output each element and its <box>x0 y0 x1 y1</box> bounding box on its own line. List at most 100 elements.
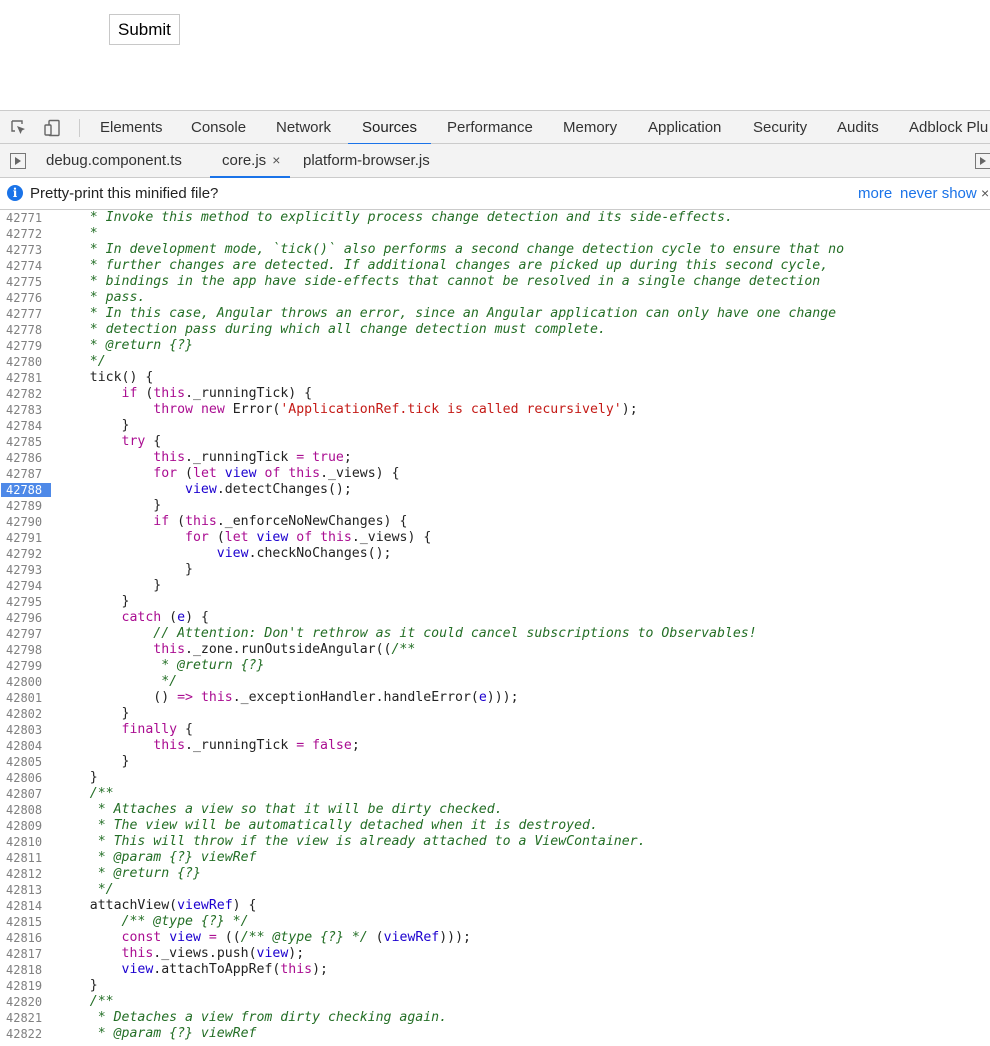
code-line[interactable]: 42818 view.attachToAppRef(this); <box>0 962 990 978</box>
code-line[interactable]: 42810 * This will throw if the view is a… <box>0 834 990 850</box>
line-number[interactable]: 42777 <box>0 306 56 322</box>
line-number[interactable]: 42787 <box>0 466 56 482</box>
code-line[interactable]: 42800 */ <box>0 674 990 690</box>
tab-adblock-plu[interactable]: Adblock Plu <box>909 111 988 144</box>
tab-elements[interactable]: Elements <box>100 111 163 144</box>
code-line[interactable]: 42790 if (this._enforceNoNewChanges) { <box>0 514 990 530</box>
code-line[interactable]: 42791 for (let view of this._views) { <box>0 530 990 546</box>
line-number[interactable]: 42786 <box>0 450 56 466</box>
line-number[interactable]: 42774 <box>0 258 56 274</box>
tab-console[interactable]: Console <box>191 111 246 144</box>
code-line[interactable]: 42796 catch (e) { <box>0 610 990 626</box>
code-line[interactable]: 42783 throw new Error('ApplicationRef.ti… <box>0 402 990 418</box>
code-line[interactable]: 42815 /** @type {?} */ <box>0 914 990 930</box>
infobar-close-icon[interactable]: × <box>981 178 989 209</box>
line-number[interactable]: 42819 <box>0 978 56 994</box>
code-line[interactable]: 42771 * Invoke this method to explicitly… <box>0 210 990 226</box>
code-line[interactable]: 42806 } <box>0 770 990 786</box>
line-number[interactable]: 42818 <box>0 962 56 978</box>
line-number[interactable]: 42798 <box>0 642 56 658</box>
tab-audits[interactable]: Audits <box>837 111 879 144</box>
line-number[interactable]: 42809 <box>0 818 56 834</box>
line-number[interactable]: 42775 <box>0 274 56 290</box>
toggle-debugger-icon[interactable] <box>975 153 990 169</box>
code-line[interactable]: 42775 * bindings in the app have side-ef… <box>0 274 990 290</box>
code-line[interactable]: 42812 * @return {?} <box>0 866 990 882</box>
line-number[interactable]: 42795 <box>0 594 56 610</box>
infobar-more-link[interactable]: more <box>858 178 892 209</box>
code-line[interactable]: 42809 * The view will be automatically d… <box>0 818 990 834</box>
line-number[interactable]: 42783 <box>0 402 56 418</box>
code-line[interactable]: 42773 * In development mode, `tick()` al… <box>0 242 990 258</box>
line-number[interactable]: 42790 <box>0 514 56 530</box>
code-line[interactable]: 42785 try { <box>0 434 990 450</box>
close-tab-icon[interactable]: × <box>272 152 280 168</box>
code-line[interactable]: 42811 * @param {?} viewRef <box>0 850 990 866</box>
code-line[interactable]: 42814 attachView(viewRef) { <box>0 898 990 914</box>
code-line[interactable]: 42774 * further changes are detected. If… <box>0 258 990 274</box>
line-number[interactable]: 42803 <box>0 722 56 738</box>
line-number[interactable]: 42814 <box>0 898 56 914</box>
line-number[interactable]: 42812 <box>0 866 56 882</box>
code-line[interactable]: 42813 */ <box>0 882 990 898</box>
line-number[interactable]: 42781 <box>0 370 56 386</box>
code-line[interactable]: 42792 view.checkNoChanges(); <box>0 546 990 562</box>
code-line[interactable]: 42798 this._zone.runOutsideAngular((/** <box>0 642 990 658</box>
line-number[interactable]: 42780 <box>0 354 56 370</box>
code-line[interactable]: 42820 /** <box>0 994 990 1010</box>
code-line[interactable]: 42782 if (this._runningTick) { <box>0 386 990 402</box>
code-line[interactable]: 42789 } <box>0 498 990 514</box>
line-number[interactable]: 42776 <box>0 290 56 306</box>
device-toolbar-icon[interactable] <box>44 119 62 137</box>
line-number[interactable]: 42808 <box>0 802 56 818</box>
inspect-element-icon[interactable] <box>10 119 28 137</box>
tab-performance[interactable]: Performance <box>447 111 533 144</box>
file-tab[interactable]: core.js × <box>209 144 291 178</box>
code-line[interactable]: 42793 } <box>0 562 990 578</box>
code-line[interactable]: 42780 */ <box>0 354 990 370</box>
line-number[interactable]: 42792 <box>0 546 56 562</box>
infobar-never-show-link[interactable]: never show <box>900 178 977 209</box>
line-number[interactable]: 42782 <box>0 386 56 402</box>
line-number[interactable]: 42797 <box>0 626 56 642</box>
code-editor[interactable]: 42771 * Invoke this method to explicitly… <box>0 210 990 1046</box>
code-line[interactable]: 42817 this._views.push(view); <box>0 946 990 962</box>
line-number[interactable]: 42821 <box>0 1010 56 1026</box>
line-number[interactable]: 42772 <box>0 226 56 242</box>
line-number[interactable]: 42791 <box>0 530 56 546</box>
code-line[interactable]: 42797 // Attention: Don't rethrow as it … <box>0 626 990 642</box>
line-number[interactable]: 42789 <box>0 498 56 514</box>
code-line[interactable]: 42794 } <box>0 578 990 594</box>
code-line[interactable]: 42819 } <box>0 978 990 994</box>
line-number[interactable]: 42813 <box>0 882 56 898</box>
code-line[interactable]: 42804 this._runningTick = false; <box>0 738 990 754</box>
line-number[interactable]: 42779 <box>0 338 56 354</box>
code-line[interactable]: 42807 /** <box>0 786 990 802</box>
line-number[interactable]: 42811 <box>0 850 56 866</box>
code-line[interactable]: 42799 * @return {?} <box>0 658 990 674</box>
code-line[interactable]: 42781 tick() { <box>0 370 990 386</box>
line-number[interactable]: 42793 <box>0 562 56 578</box>
code-line[interactable]: 42821 * Detaches a view from dirty check… <box>0 1010 990 1026</box>
line-number[interactable]: 42805 <box>0 754 56 770</box>
line-number[interactable]: 42799 <box>0 658 56 674</box>
breakpoint-line-number[interactable]: 42788 <box>0 482 56 498</box>
code-line[interactable]: 42786 this._runningTick = true; <box>0 450 990 466</box>
code-line[interactable]: 42788 view.detectChanges(); <box>0 482 990 498</box>
tab-application[interactable]: Application <box>648 111 721 144</box>
line-number[interactable]: 42817 <box>0 946 56 962</box>
tab-security[interactable]: Security <box>753 111 807 144</box>
line-number[interactable]: 42800 <box>0 674 56 690</box>
file-tab[interactable]: platform-browser.js <box>303 144 430 177</box>
tab-sources[interactable]: Sources <box>347 111 432 145</box>
line-number[interactable]: 42801 <box>0 690 56 706</box>
code-line[interactable]: 42784 } <box>0 418 990 434</box>
code-line[interactable]: 42801 () => this._exceptionHandler.handl… <box>0 690 990 706</box>
code-line[interactable]: 42776 * pass. <box>0 290 990 306</box>
code-line[interactable]: 42805 } <box>0 754 990 770</box>
code-line[interactable]: 42808 * Attaches a view so that it will … <box>0 802 990 818</box>
line-number[interactable]: 42796 <box>0 610 56 626</box>
line-number[interactable]: 42802 <box>0 706 56 722</box>
code-line[interactable]: 42816 const view = ((/** @type {?} */ (v… <box>0 930 990 946</box>
code-line[interactable]: 42803 finally { <box>0 722 990 738</box>
